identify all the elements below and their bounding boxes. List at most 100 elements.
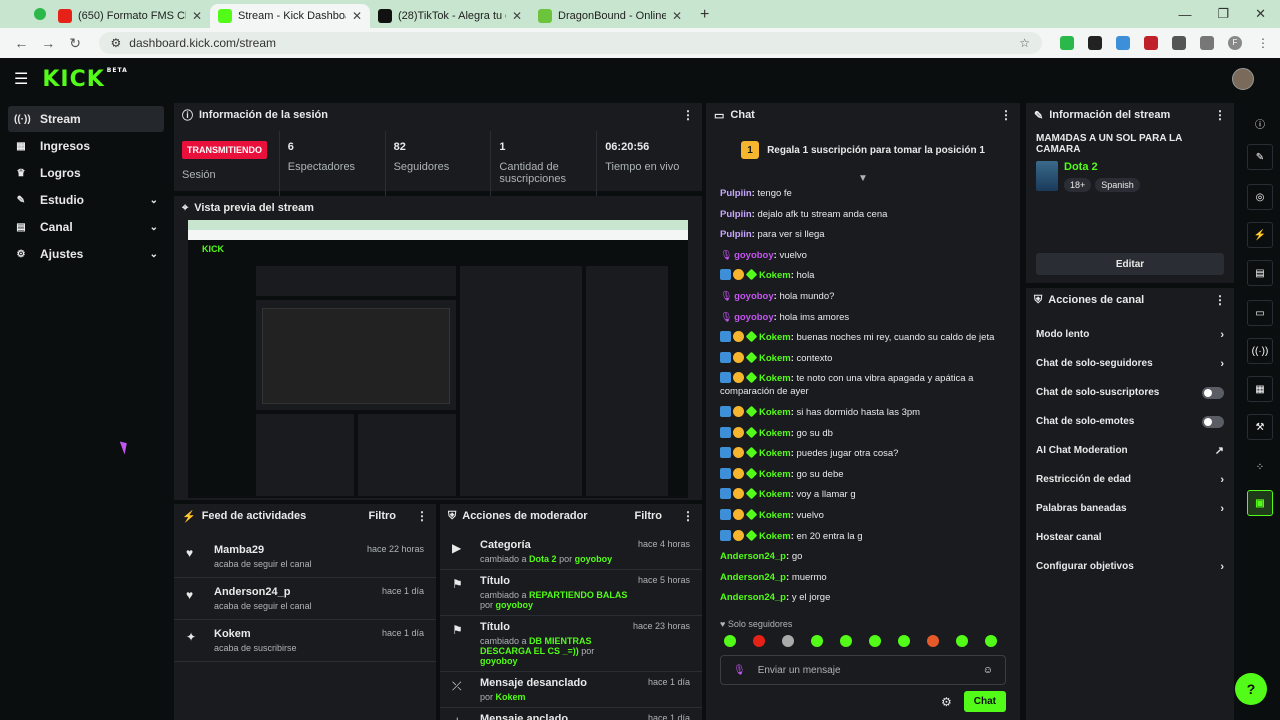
help-button[interactable]: ? — [1235, 673, 1267, 705]
channel-action-item[interactable]: Restricción de edad › — [1026, 465, 1234, 494]
edit-button[interactable]: Editar — [1036, 253, 1224, 275]
channel-action-item[interactable]: Chat de solo-suscriptores — [1026, 378, 1234, 407]
ext-icon[interactable] — [1088, 36, 1102, 50]
collapse-icon[interactable]: ▼ — [706, 173, 1020, 187]
browser-tab[interactable]: (650) Formato FMS Chile: Base ✕ — [50, 4, 210, 28]
tab-close-icon[interactable]: ✕ — [192, 9, 202, 23]
sidebar-item-ajustes[interactable]: ⚙ Ajustes ⌄ — [8, 241, 164, 267]
rail-button-icon[interactable]: ▭ — [1247, 300, 1273, 326]
media-icon[interactable] — [1200, 36, 1214, 50]
chat-username[interactable]: Anderson24_p — [720, 572, 786, 583]
channel-action-item[interactable]: Hostear canal — [1026, 523, 1234, 552]
rail-button-icon[interactable]: ◎ — [1247, 184, 1273, 210]
chat-username[interactable]: Kokem — [759, 469, 791, 480]
more-icon[interactable]: ⋮ — [682, 108, 694, 122]
puzzle-icon[interactable] — [1172, 36, 1186, 50]
channel-action-item[interactable]: Modo lento › — [1026, 320, 1234, 349]
chat-username[interactable]: Kokem — [759, 428, 791, 439]
chat-username[interactable]: Kokem — [759, 489, 791, 500]
sidebar-item-ingresos[interactable]: ▦ Ingresos — [8, 133, 164, 159]
avatar[interactable] — [1232, 68, 1254, 90]
chat-username[interactable]: Kokem — [759, 407, 791, 418]
mod-filter-button[interactable]: Filtro — [635, 510, 663, 522]
emote-icon[interactable] — [956, 635, 968, 647]
minimize-icon[interactable]: — — [1178, 7, 1191, 22]
channel-action-item[interactable]: Palabras baneadas › — [1026, 494, 1234, 523]
chat-username[interactable]: goyoboy — [734, 312, 774, 323]
channel-action-item[interactable]: Chat de solo-emotes — [1026, 407, 1234, 436]
rail-button-icon[interactable]: ⚡ — [1247, 222, 1273, 248]
chat-username[interactable]: Kokem — [759, 448, 791, 459]
tab-close-icon[interactable]: ✕ — [512, 9, 522, 23]
chat-username[interactable]: Anderson24_p — [720, 592, 786, 603]
chat-input[interactable]: 🎙 Enviar un mensaje ☺ — [720, 655, 1006, 685]
settings-icon[interactable]: ⚙ — [941, 695, 952, 709]
emote-icon[interactable] — [753, 635, 765, 647]
emoji-icon[interactable]: ☺ — [983, 665, 993, 676]
url-input[interactable]: ⚙ dashboard.kick.com/stream ☆ — [98, 32, 1042, 54]
tag-badge[interactable]: 18+ — [1064, 178, 1092, 192]
tag-badge[interactable]: Spanish — [1095, 178, 1140, 192]
more-icon[interactable]: ⋮ — [416, 509, 428, 523]
shield-ext-icon[interactable] — [1060, 36, 1074, 50]
rail-button-icon[interactable]: ⚒ — [1247, 414, 1273, 440]
emote-icon[interactable] — [782, 635, 794, 647]
emote-icon[interactable] — [869, 635, 881, 647]
chat-username[interactable]: Kokem — [759, 510, 791, 521]
emote-icon[interactable] — [898, 635, 910, 647]
restore-icon[interactable]: ❐ — [1217, 6, 1229, 22]
emote-icon[interactable] — [840, 635, 852, 647]
sidebar-item-stream[interactable]: ((·)) Stream — [8, 106, 164, 132]
ext-icon[interactable] — [1144, 36, 1158, 50]
browser-tab[interactable]: (28)TikTok - Alegra tu día ✕ — [370, 4, 530, 28]
chevron-down-icon[interactable]: ⌄ — [150, 222, 158, 233]
rail-button-icon[interactable]: ▣ — [1247, 490, 1273, 516]
pinned-gift-banner[interactable]: 1 Regala 1 suscripción para tomar la pos… — [706, 127, 1020, 173]
feed-user[interactable]: Mamba29 — [214, 544, 367, 556]
more-icon[interactable]: ⋮ — [682, 509, 694, 523]
new-tab-button[interactable]: + — [700, 6, 709, 24]
chat-username[interactable]: Kokem — [759, 270, 791, 281]
emote-icon[interactable] — [724, 635, 736, 647]
emote-icon[interactable] — [927, 635, 939, 647]
rail-button-icon[interactable]: ⓘ — [1247, 110, 1273, 136]
chat-username[interactable]: Kokem — [759, 531, 791, 542]
feed-user[interactable]: Kokem — [214, 628, 382, 640]
channel-action-item[interactable]: AI Chat Moderation ↗ — [1026, 436, 1234, 465]
channel-action-item[interactable]: Configurar objetivos › — [1026, 552, 1234, 581]
forward-icon[interactable]: → — [37, 35, 60, 51]
more-icon[interactable]: ⋮ — [1214, 108, 1226, 122]
game-name[interactable]: Dota 2 — [1064, 161, 1144, 173]
toggle-switch[interactable] — [1202, 415, 1224, 428]
menu-icon[interactable]: ⋮ — [1256, 36, 1270, 50]
chat-username[interactable]: Kokem — [759, 332, 791, 343]
chat-username[interactable]: Kokem — [759, 353, 791, 364]
pinned-tab-icon[interactable] — [34, 8, 46, 20]
chat-username[interactable]: Anderson24_p — [720, 551, 786, 562]
site-info-icon[interactable]: ⚙ — [111, 36, 122, 50]
close-window-icon[interactable]: ✕ — [1255, 6, 1266, 22]
tab-close-icon[interactable]: ✕ — [352, 9, 362, 23]
chevron-down-icon[interactable]: ⌄ — [150, 195, 158, 206]
rail-button-icon[interactable]: ⁘ — [1247, 454, 1273, 480]
reload-icon[interactable]: ↻ — [64, 35, 87, 52]
rail-button-icon[interactable]: ▦ — [1247, 376, 1273, 402]
rail-button-icon[interactable]: ▤ — [1247, 260, 1273, 286]
emote-icon[interactable] — [811, 635, 823, 647]
sidebar-item-canal[interactable]: ▤ Canal ⌄ — [8, 214, 164, 240]
back-icon[interactable]: ← — [10, 35, 33, 51]
tab-close-icon[interactable]: ✕ — [672, 9, 682, 23]
chat-username[interactable]: goyoboy — [734, 250, 774, 261]
profile-icon[interactable]: F — [1228, 36, 1242, 50]
browser-tab[interactable]: Stream - Kick Dashboard ✕ — [210, 4, 370, 28]
feed-filter-button[interactable]: Filtro — [369, 510, 397, 522]
sidebar-item-estudio[interactable]: ✎ Estudio ⌄ — [8, 187, 164, 213]
chat-username[interactable]: Pulpiin — [720, 209, 752, 220]
chat-username[interactable]: Pulpiin — [720, 229, 752, 240]
chat-username[interactable]: goyoboy — [734, 291, 774, 302]
channel-action-item[interactable]: Chat de solo-seguidores › — [1026, 349, 1234, 378]
rail-button-icon[interactable]: ✎ — [1247, 144, 1273, 170]
emote-icon[interactable] — [985, 635, 997, 647]
chevron-down-icon[interactable]: ⌄ — [150, 249, 158, 260]
chat-username[interactable]: Kokem — [759, 373, 791, 384]
